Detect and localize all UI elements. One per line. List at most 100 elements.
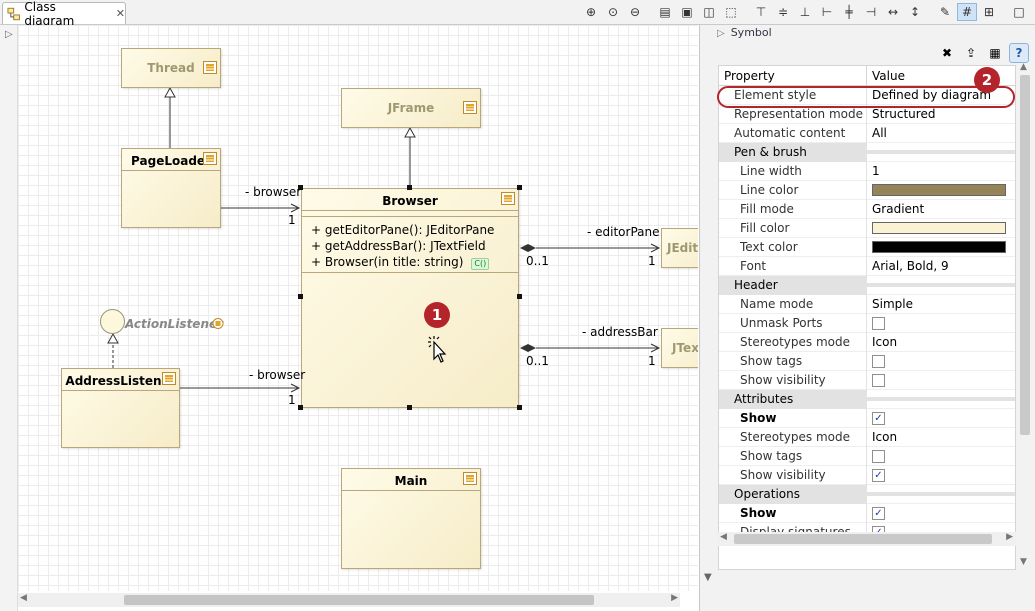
checkbox[interactable] <box>872 316 885 330</box>
tab-class-diagram[interactable]: Class diagram ✕ <box>2 0 126 28</box>
property-value[interactable] <box>867 182 1015 198</box>
panel-header[interactable]: ▷ Symbol <box>717 26 772 39</box>
property-row[interactable]: Fill color <box>719 218 1015 238</box>
operation[interactable]: + getAddressBar(): JTextField <box>311 238 494 254</box>
snap-icon[interactable]: ⊞ <box>979 3 999 21</box>
property-row[interactable]: Line color <box>719 180 1015 200</box>
role-label[interactable]: - browser <box>245 185 301 199</box>
column-header-value[interactable]: Value <box>867 66 910 85</box>
resize-handle-n[interactable] <box>407 185 412 190</box>
property-value[interactable] <box>867 220 1015 236</box>
resize-handle-w[interactable] <box>298 294 303 299</box>
scroll-thumb[interactable] <box>1020 75 1030 435</box>
color-swatch[interactable] <box>872 241 1006 253</box>
property-value[interactable] <box>867 448 1015 465</box>
property-value[interactable] <box>867 239 1015 255</box>
property-value[interactable]: ✓ <box>867 467 1015 484</box>
align-right-icon[interactable]: ⊣ <box>861 3 881 21</box>
interface-actionlistener-circle[interactable] <box>100 309 125 334</box>
scroll-left-icon[interactable]: ◀ <box>720 532 727 542</box>
panel-horizontal-scrollbar[interactable]: ◀ ▶ <box>718 532 1016 546</box>
property-row[interactable]: Font Arial, Bold, 9 <box>719 256 1015 276</box>
color-swatch[interactable] <box>872 222 1006 234</box>
property-value[interactable]: Icon <box>867 428 1015 446</box>
role-label[interactable]: - browser <box>249 368 305 382</box>
class-addresslistener[interactable]: AddressListener <box>61 368 180 448</box>
property-value[interactable]: ✓ <box>867 410 1015 427</box>
property-value[interactable] <box>867 492 1015 496</box>
same-height-icon[interactable]: ↕ <box>905 3 925 21</box>
property-value[interactable] <box>867 283 1015 287</box>
property-value[interactable] <box>867 315 1015 332</box>
resize-handle-s[interactable] <box>407 405 412 410</box>
property-row[interactable]: Stereotypes mode Icon <box>719 427 1015 447</box>
help-icon[interactable]: ? <box>1009 43 1029 63</box>
grid-icon[interactable]: # <box>957 3 977 21</box>
align-top-icon[interactable]: ⊤ <box>751 3 771 21</box>
property-row[interactable]: Fill mode Gradient <box>719 199 1015 219</box>
canvas-horizontal-scrollbar[interactable]: ◀ ▶ <box>18 593 680 607</box>
property-row[interactable]: Name mode Simple <box>719 294 1015 314</box>
resize-handle-e[interactable] <box>517 294 522 299</box>
property-row[interactable]: Show ✓ <box>719 408 1015 428</box>
property-row[interactable]: Stereotypes mode Icon <box>719 332 1015 352</box>
same-width-icon[interactable]: ↔ <box>883 3 903 21</box>
property-value[interactable]: Gradient <box>867 200 1015 218</box>
resize-handle-se[interactable] <box>517 405 522 410</box>
class-main[interactable]: Main <box>341 468 481 569</box>
checkbox[interactable] <box>872 354 885 368</box>
property-row[interactable]: Show visibility ✓ <box>719 465 1015 485</box>
align-left-icon[interactable]: ⊢ <box>817 3 837 21</box>
checkbox[interactable]: ✓ <box>872 468 885 482</box>
class-jframe[interactable]: JFrame <box>341 88 481 128</box>
expand-palette-icon[interactable]: ▷ <box>5 29 13 40</box>
style-icon[interactable]: ▦ <box>985 43 1005 63</box>
property-value[interactable] <box>867 397 1015 401</box>
operation[interactable]: + Browser(in title: string) C() <box>311 254 494 270</box>
property-value[interactable] <box>867 353 1015 370</box>
property-category[interactable]: Header <box>719 275 1015 295</box>
resize-handle-ne[interactable] <box>517 185 522 190</box>
property-value[interactable]: Arial, Bold, 9 <box>867 257 1015 275</box>
class-jeditorpane[interactable]: JEdito <box>661 228 698 268</box>
format-brush-icon[interactable]: ✎ <box>935 3 955 21</box>
class-thread[interactable]: Thread <box>121 48 221 88</box>
close-icon[interactable]: ✕ <box>116 7 125 20</box>
property-row[interactable]: Show tags <box>719 446 1015 466</box>
property-category[interactable]: Pen & brush <box>719 142 1015 162</box>
property-category[interactable]: Attributes <box>719 389 1015 409</box>
panel-vertical-scrollbar[interactable]: ▲ ▼ <box>1018 62 1032 567</box>
scroll-down-icon[interactable]: ▼ <box>1020 557 1027 567</box>
scroll-thumb[interactable] <box>734 534 992 544</box>
property-value[interactable]: Simple <box>867 295 1015 313</box>
property-row[interactable]: Show tags <box>719 351 1015 371</box>
property-value[interactable]: Icon <box>867 333 1015 351</box>
expand-icon[interactable]: □ <box>1009 3 1029 21</box>
print-icon[interactable]: ▤ <box>655 3 675 21</box>
column-header-property[interactable]: Property <box>719 66 867 85</box>
class-jtextfield[interactable]: JTex <box>661 328 698 368</box>
scroll-thumb[interactable] <box>124 595 594 605</box>
checkbox[interactable] <box>872 373 885 387</box>
scroll-right-icon[interactable]: ▶ <box>671 593 678 603</box>
checkbox[interactable]: ✓ <box>872 411 885 425</box>
scroll-left-icon[interactable]: ◀ <box>20 593 27 603</box>
align-center-icon[interactable]: ╪ <box>839 3 859 21</box>
diagram-canvas[interactable]: Thread JFrame PageLoader Browser + getEd… <box>18 25 698 591</box>
property-value[interactable]: ✓ <box>867 505 1015 522</box>
color-swatch[interactable] <box>872 184 1006 196</box>
property-value[interactable]: 1 <box>867 162 1015 180</box>
align-middle-icon[interactable]: ≑ <box>773 3 793 21</box>
zoom-reset-icon[interactable]: ⊙ <box>603 3 623 21</box>
role-label[interactable]: - addressBar <box>582 325 658 339</box>
scroll-up-icon[interactable]: ▲ <box>1020 62 1027 72</box>
select-rect-icon[interactable]: ⬚ <box>721 3 741 21</box>
property-value[interactable] <box>867 372 1015 389</box>
move-up-icon[interactable]: ⇪ <box>961 43 981 63</box>
class-browser[interactable]: Browser + getEditorPane(): JEditorPane +… <box>301 188 519 408</box>
checkbox[interactable] <box>872 449 885 463</box>
property-row[interactable]: Show ✓ <box>719 503 1015 523</box>
panel-scroll-down-icon[interactable]: ▼ <box>704 572 712 583</box>
property-row[interactable]: Show visibility <box>719 370 1015 390</box>
export-image-icon[interactable]: ◫ <box>699 3 719 21</box>
